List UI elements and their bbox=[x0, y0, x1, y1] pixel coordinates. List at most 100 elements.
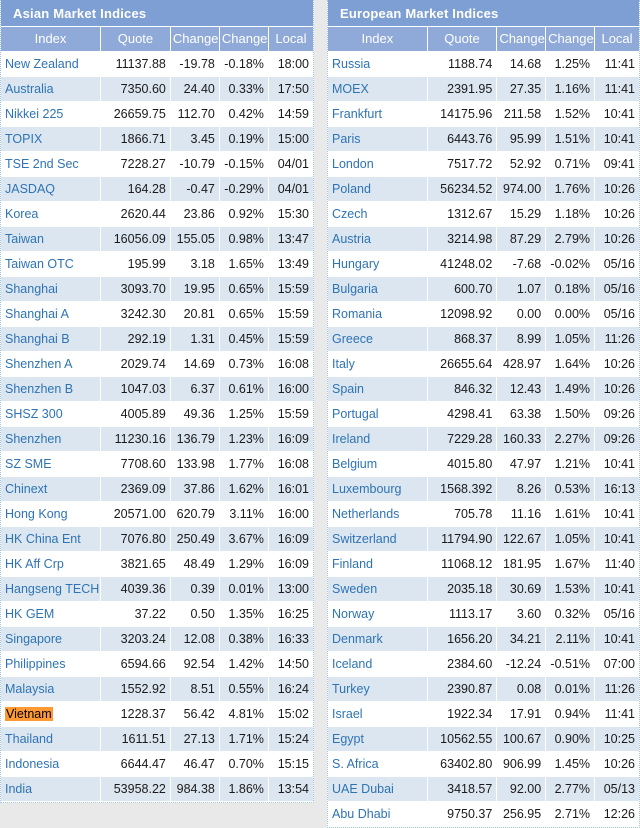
index-name-cell[interactable]: HK Aff Crp bbox=[1, 551, 102, 577]
index-name-cell[interactable]: Shanghai bbox=[1, 276, 102, 302]
table-row[interactable]: Hong Kong 20571.00 620.79 3.11% 16:00 bbox=[1, 501, 313, 527]
index-name-cell[interactable]: Portugal bbox=[328, 401, 428, 427]
index-name-cell[interactable]: Finland bbox=[328, 551, 428, 577]
index-name-cell[interactable]: Shenzhen bbox=[1, 426, 102, 452]
table-row[interactable]: Shanghai A 3242.30 20.81 0.65% 15:59 bbox=[1, 301, 313, 327]
index-name-cell[interactable]: Netherlands bbox=[328, 501, 428, 527]
table-row[interactable]: Greece 868.37 8.99 1.05% 11:26 bbox=[328, 326, 639, 352]
index-name-cell[interactable]: SZ SME bbox=[1, 451, 102, 477]
column-header-quote[interactable]: Quote bbox=[100, 27, 171, 52]
index-name-cell[interactable]: HK China Ent bbox=[1, 526, 102, 552]
column-header-change[interactable]: Change bbox=[496, 27, 547, 52]
index-name-cell[interactable]: Luxembourg bbox=[328, 476, 428, 502]
table-row[interactable]: TSE 2nd Sec 7228.27 -10.79 -0.15% 04/01 bbox=[1, 151, 313, 177]
table-row[interactable]: Egypt 10562.55 100.67 0.90% 10:25 bbox=[328, 726, 639, 752]
index-name-cell[interactable]: S. Africa bbox=[328, 751, 428, 777]
index-name-cell[interactable]: Denmark bbox=[328, 626, 428, 652]
index-name-cell[interactable]: UAE Dubai bbox=[328, 776, 428, 802]
table-row[interactable]: Taiwan OTC 195.99 3.18 1.65% 13:49 bbox=[1, 251, 313, 277]
index-name-cell[interactable]: Hungary bbox=[328, 251, 428, 277]
column-header-local[interactable]: Local bbox=[268, 27, 313, 52]
table-row[interactable]: Nikkei 225 26659.75 112.70 0.42% 14:59 bbox=[1, 101, 313, 127]
table-row[interactable]: MOEX 2391.95 27.35 1.16% 11:41 bbox=[328, 76, 639, 102]
table-row[interactable]: UAE Dubai 3418.57 92.00 2.77% 05/13 bbox=[328, 776, 639, 802]
index-name-cell[interactable]: Switzerland bbox=[328, 526, 428, 552]
index-name-cell[interactable]: Hangseng TECH bbox=[1, 576, 102, 602]
table-row[interactable]: SHSZ 300 4005.89 49.36 1.25% 15:59 bbox=[1, 401, 313, 427]
table-row[interactable]: Spain 846.32 12.43 1.49% 10:26 bbox=[328, 376, 639, 402]
index-name-cell[interactable]: New Zealand bbox=[1, 51, 102, 77]
index-name-cell[interactable]: Belgium bbox=[328, 451, 428, 477]
column-header-change[interactable]: Change bbox=[170, 27, 220, 52]
table-row[interactable]: Frankfurt 14175.96 211.58 1.52% 10:41 bbox=[328, 101, 639, 127]
index-name-cell[interactable]: Egypt bbox=[328, 726, 428, 752]
table-row[interactable]: Shenzhen 11230.16 136.79 1.23% 16:09 bbox=[1, 426, 313, 452]
table-row[interactable]: S. Africa 63402.80 906.99 1.45% 10:26 bbox=[328, 751, 639, 777]
index-name-cell[interactable]: JASDAQ bbox=[1, 176, 102, 202]
table-row[interactable]: Poland 56234.52 974.00 1.76% 10:26 bbox=[328, 176, 639, 202]
table-row[interactable]: Czech 1312.67 15.29 1.18% 10:26 bbox=[328, 201, 639, 227]
index-name-cell[interactable]: Bulgaria bbox=[328, 276, 428, 302]
index-name-cell[interactable]: SHSZ 300 bbox=[1, 401, 102, 427]
table-row[interactable]: Russia 1188.74 14.68 1.25% 11:41 bbox=[328, 51, 639, 77]
table-row[interactable]: Luxembourg 1568.392 8.26 0.53% 16:13 bbox=[328, 476, 639, 502]
index-name-cell[interactable]: Frankfurt bbox=[328, 101, 428, 127]
index-name-cell[interactable]: Turkey bbox=[328, 676, 428, 702]
table-row[interactable]: India 53958.22 984.38 1.86% 13:54 bbox=[1, 776, 313, 802]
index-name-cell[interactable]: Hong Kong bbox=[1, 501, 102, 527]
table-row[interactable]: Ireland 7229.28 160.33 2.27% 09:26 bbox=[328, 426, 639, 452]
table-row[interactable]: Shanghai 3093.70 19.95 0.65% 15:59 bbox=[1, 276, 313, 302]
index-name-cell[interactable]: Malaysia bbox=[1, 676, 102, 702]
table-row[interactable]: Abu Dhabi 9750.37 256.95 2.71% 12:26 bbox=[328, 801, 639, 827]
index-name-cell[interactable]: Sweden bbox=[328, 576, 428, 602]
table-row[interactable]: HK GEM 37.22 0.50 1.35% 16:25 bbox=[1, 601, 313, 627]
table-row[interactable]: Belgium 4015.80 47.97 1.21% 10:41 bbox=[328, 451, 639, 477]
table-row[interactable]: Finland 11068.12 181.95 1.67% 11:40 bbox=[328, 551, 639, 577]
table-row[interactable]: Austria 3214.98 87.29 2.79% 10:26 bbox=[328, 226, 639, 252]
index-name-cell[interactable]: Norway bbox=[328, 601, 428, 627]
table-row[interactable]: Shanghai B 292.19 1.31 0.45% 15:59 bbox=[1, 326, 313, 352]
table-row[interactable]: Malaysia 1552.92 8.51 0.55% 16:24 bbox=[1, 676, 313, 702]
table-row[interactable]: Bulgaria 600.70 1.07 0.18% 05/16 bbox=[328, 276, 639, 302]
index-name-cell[interactable]: Philippines bbox=[1, 651, 102, 677]
index-name-cell[interactable]: Abu Dhabi bbox=[328, 801, 428, 827]
index-name-cell[interactable]: HK GEM bbox=[1, 601, 102, 627]
index-name-cell[interactable]: MOEX bbox=[328, 76, 428, 102]
column-header-index[interactable]: Index bbox=[328, 27, 428, 52]
index-name-cell[interactable]: Singapore bbox=[1, 626, 102, 652]
table-row[interactable]: New Zealand 11137.88 -19.78 -0.18% 18:00 bbox=[1, 51, 313, 77]
index-name-cell[interactable]: Austria bbox=[328, 226, 428, 252]
index-name-cell[interactable]: Shanghai B bbox=[1, 326, 102, 352]
table-row[interactable]: Paris 6443.76 95.99 1.51% 10:41 bbox=[328, 126, 639, 152]
index-name-cell[interactable]: Spain bbox=[328, 376, 428, 402]
table-row[interactable]: Norway 1113.17 3.60 0.32% 05/16 bbox=[328, 601, 639, 627]
table-row[interactable]: Vietnam 1228.37 56.42 4.81% 15:02 bbox=[1, 701, 313, 727]
table-row[interactable]: Turkey 2390.87 0.08 0.01% 11:26 bbox=[328, 676, 639, 702]
table-row[interactable]: Shenzhen B 1047.03 6.37 0.61% 16:00 bbox=[1, 376, 313, 402]
table-row[interactable]: Thailand 1611.51 27.13 1.71% 15:24 bbox=[1, 726, 313, 752]
index-name-cell[interactable]: Shanghai A bbox=[1, 301, 102, 327]
table-row[interactable]: Australia 7350.60 24.40 0.33% 17:50 bbox=[1, 76, 313, 102]
table-row[interactable]: SZ SME 7708.60 133.98 1.77% 16:08 bbox=[1, 451, 313, 477]
table-row[interactable]: Chinext 2369.09 37.86 1.62% 16:01 bbox=[1, 476, 313, 502]
table-row[interactable]: Denmark 1656.20 34.21 2.11% 10:41 bbox=[328, 626, 639, 652]
table-row[interactable]: Indonesia 6644.47 46.47 0.70% 15:15 bbox=[1, 751, 313, 777]
index-name-cell[interactable]: India bbox=[1, 776, 102, 802]
index-name-cell[interactable]: Romania bbox=[328, 301, 428, 327]
index-name-cell[interactable]: TOPIX bbox=[1, 126, 102, 152]
table-row[interactable]: JASDAQ 164.28 -0.47 -0.29% 04/01 bbox=[1, 176, 313, 202]
table-row[interactable]: Iceland 2384.60 -12.24 -0.51% 07:00 bbox=[328, 651, 639, 677]
index-name-cell[interactable]: Czech bbox=[328, 201, 428, 227]
column-header-changep[interactable]: Change% bbox=[219, 27, 269, 52]
table-row[interactable]: Korea 2620.44 23.86 0.92% 15:30 bbox=[1, 201, 313, 227]
index-name-cell[interactable]: TSE 2nd Sec bbox=[1, 151, 102, 177]
table-row[interactable]: HK China Ent 7076.80 250.49 3.67% 16:09 bbox=[1, 526, 313, 552]
table-row[interactable]: Taiwan 16056.09 155.05 0.98% 13:47 bbox=[1, 226, 313, 252]
index-name-cell[interactable]: London bbox=[328, 151, 428, 177]
index-name-cell[interactable]: Nikkei 225 bbox=[1, 101, 102, 127]
index-name-cell[interactable]: Australia bbox=[1, 76, 102, 102]
index-name-cell[interactable]: Vietnam bbox=[1, 701, 102, 727]
index-name-cell[interactable]: Russia bbox=[328, 51, 428, 77]
column-header-changep[interactable]: Change% bbox=[545, 27, 596, 52]
index-name-cell[interactable]: Thailand bbox=[1, 726, 102, 752]
